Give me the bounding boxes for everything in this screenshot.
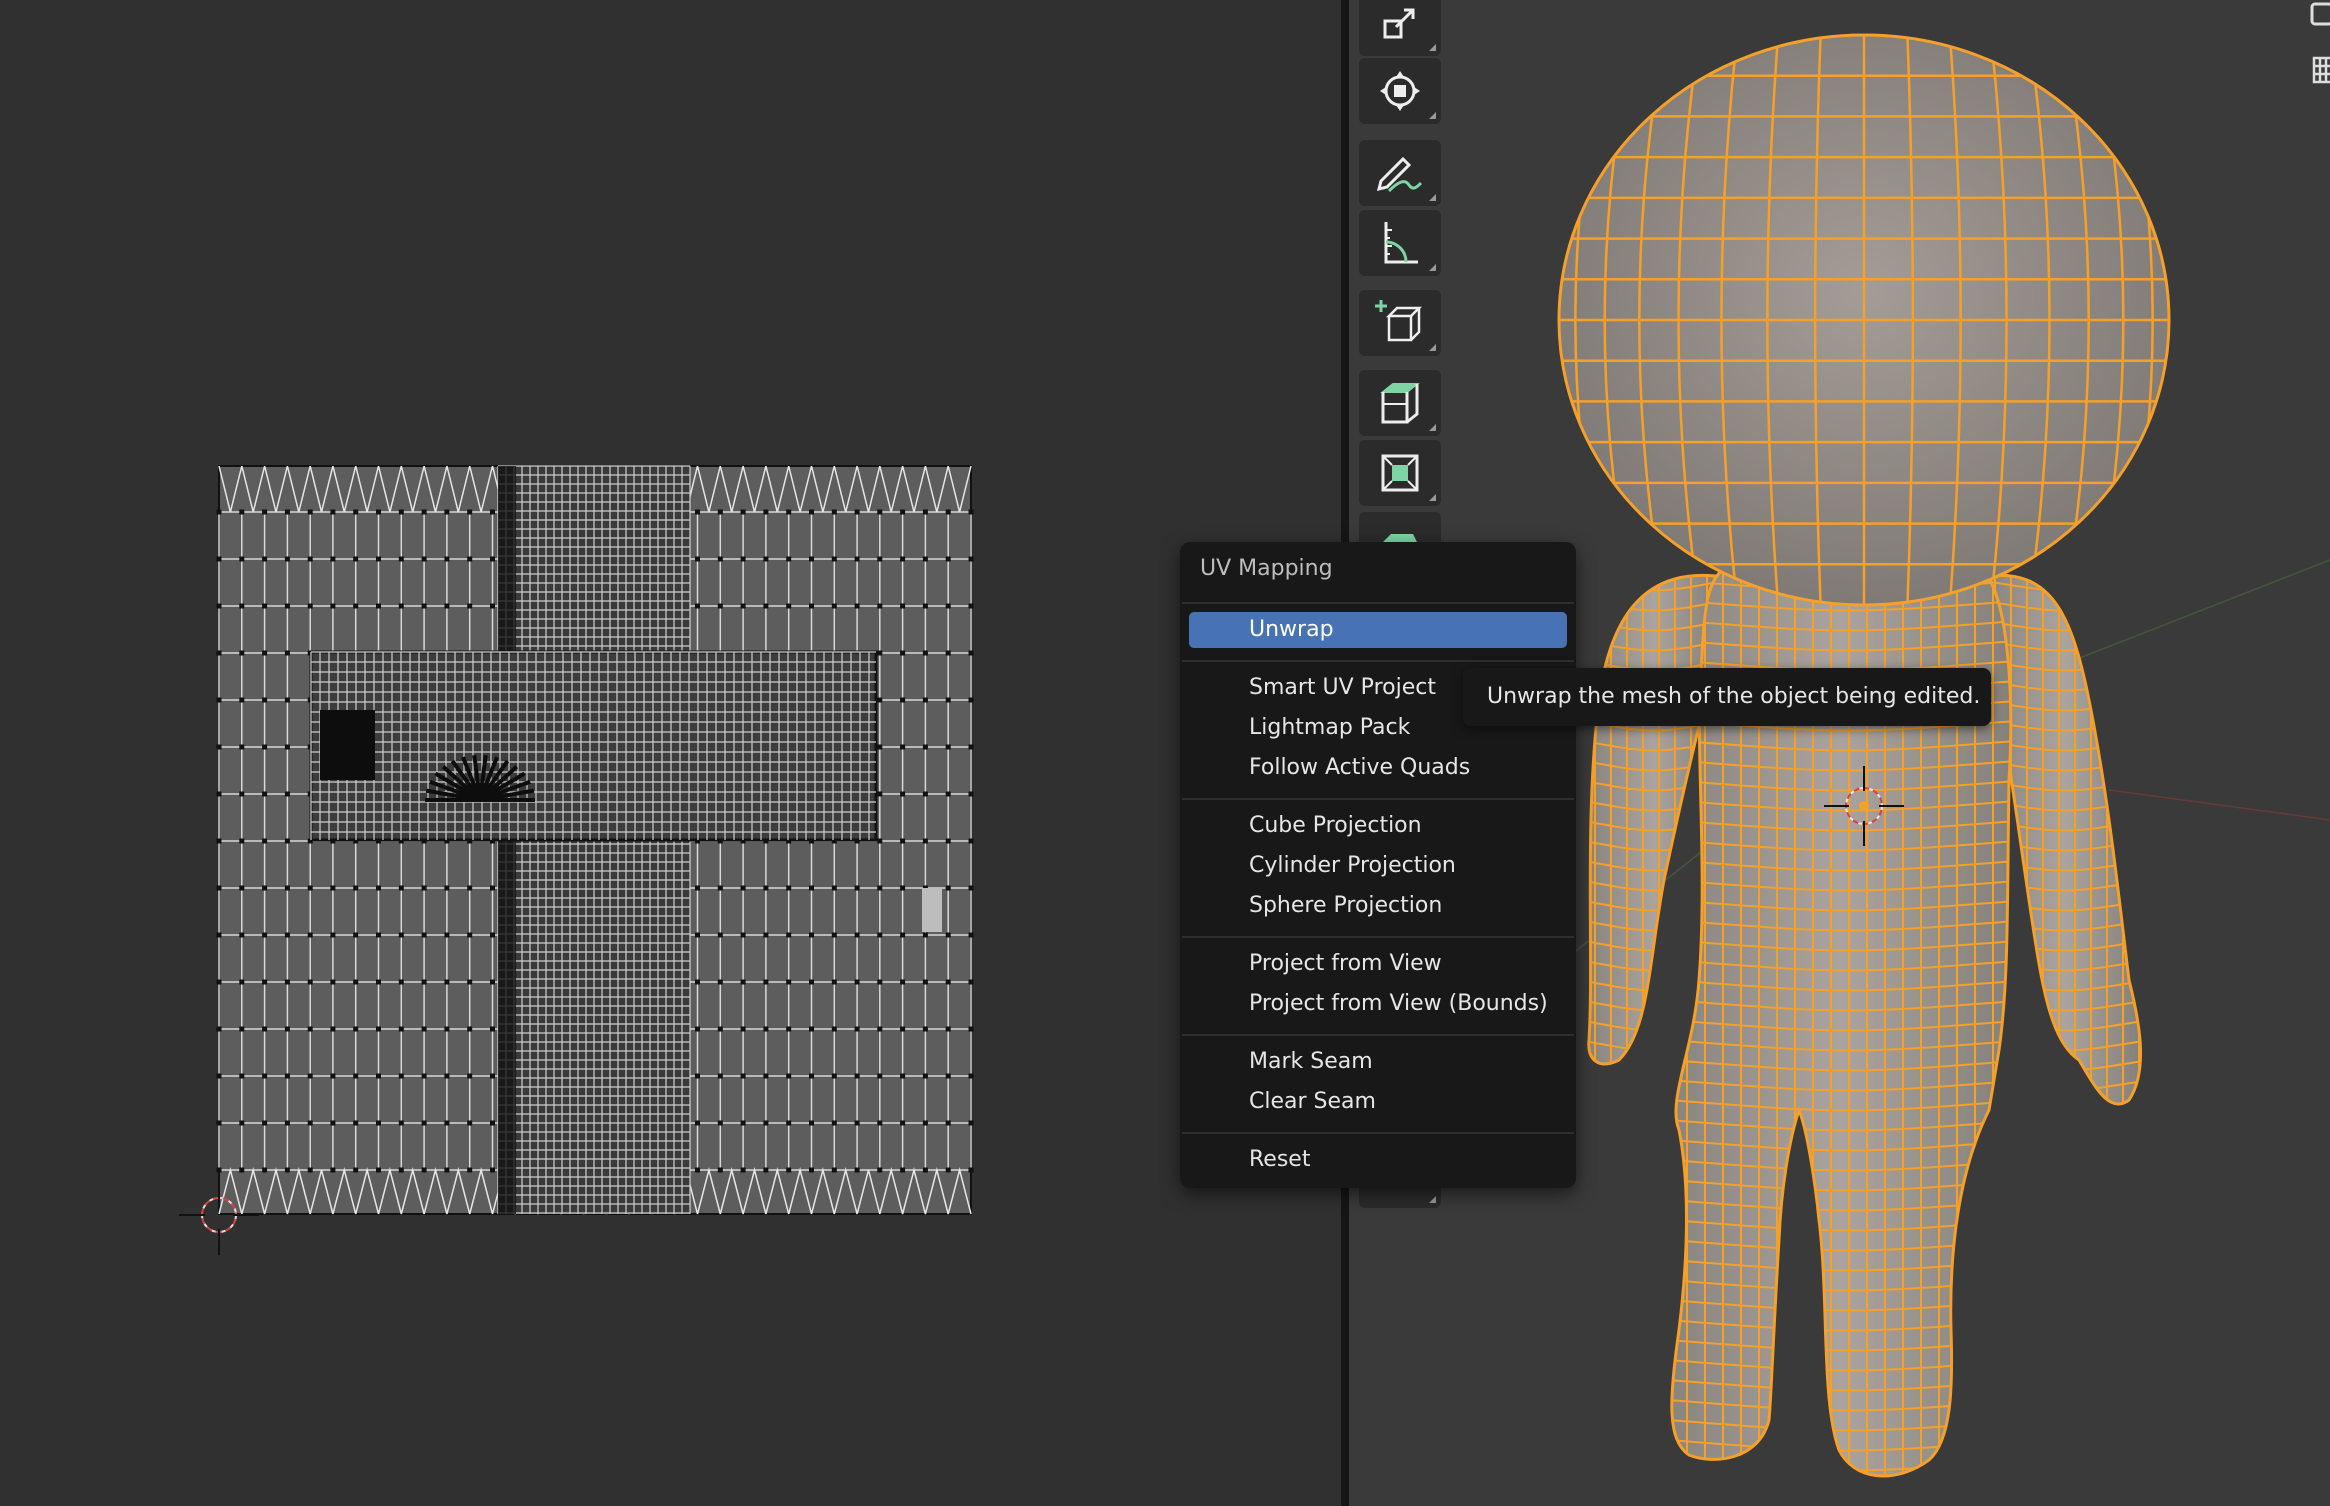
viewport-header-icons [2290, 0, 2330, 100]
add-cube-icon [1375, 300, 1423, 342]
menu-separator [1182, 798, 1574, 800]
menu-item-sphere-projection[interactable]: Sphere Projection [1189, 888, 1567, 924]
menu-item-project-from-view[interactable]: Project from View [1189, 946, 1567, 982]
unwrap-tooltip: Unwrap the mesh of the object being edit… [1463, 668, 1991, 726]
transform-icon [1380, 71, 1420, 111]
extrude-tool-button[interactable] [1359, 370, 1441, 436]
annotate-tool-button[interactable] [1359, 140, 1441, 206]
extrude-icon [1380, 383, 1420, 424]
scale-tool-button[interactable] [1359, 0, 1441, 56]
measure-icon [1384, 222, 1418, 264]
menu-title: UV Mapping [1200, 556, 1333, 581]
grid-view-icon[interactable] [2294, 52, 2330, 92]
uv-islands [216, 465, 974, 1215]
inset-icon [1381, 454, 1419, 492]
menu-separator [1182, 1132, 1574, 1134]
uv-mapping-menu: UV Mapping Unwrap Smart UV Project Light… [1180, 542, 1576, 1188]
measure-tool-button[interactable] [1359, 210, 1441, 276]
annotate-icon [1376, 156, 1423, 193]
menu-item-follow-active-quads[interactable]: Follow Active Quads [1189, 750, 1567, 786]
menu-item-project-from-view-bounds[interactable]: Project from View (Bounds) [1189, 986, 1567, 1022]
uv-editor-panel[interactable] [0, 0, 1341, 1506]
uv-map-canvas[interactable] [0, 0, 1341, 1506]
add-cube-tool-button[interactable] [1359, 290, 1441, 356]
inset-tool-button[interactable] [1359, 440, 1441, 506]
camera-view-icon[interactable] [2294, 0, 2330, 34]
menu-item-mark-seam[interactable]: Mark Seam [1189, 1044, 1567, 1080]
menu-separator [1182, 660, 1574, 662]
menu-separator [1182, 602, 1574, 604]
menu-item-cylinder-projection[interactable]: Cylinder Projection [1189, 848, 1567, 884]
transform-tool-button[interactable] [1359, 58, 1441, 124]
menu-separator [1182, 936, 1574, 938]
scale-icon [1383, 8, 1415, 39]
menu-item-clear-seam[interactable]: Clear Seam [1189, 1084, 1567, 1120]
menu-item-cube-projection[interactable]: Cube Projection [1189, 808, 1567, 844]
menu-separator [1182, 1034, 1574, 1036]
menu-item-unwrap[interactable]: Unwrap [1189, 612, 1567, 648]
menu-item-reset[interactable]: Reset [1189, 1142, 1567, 1178]
